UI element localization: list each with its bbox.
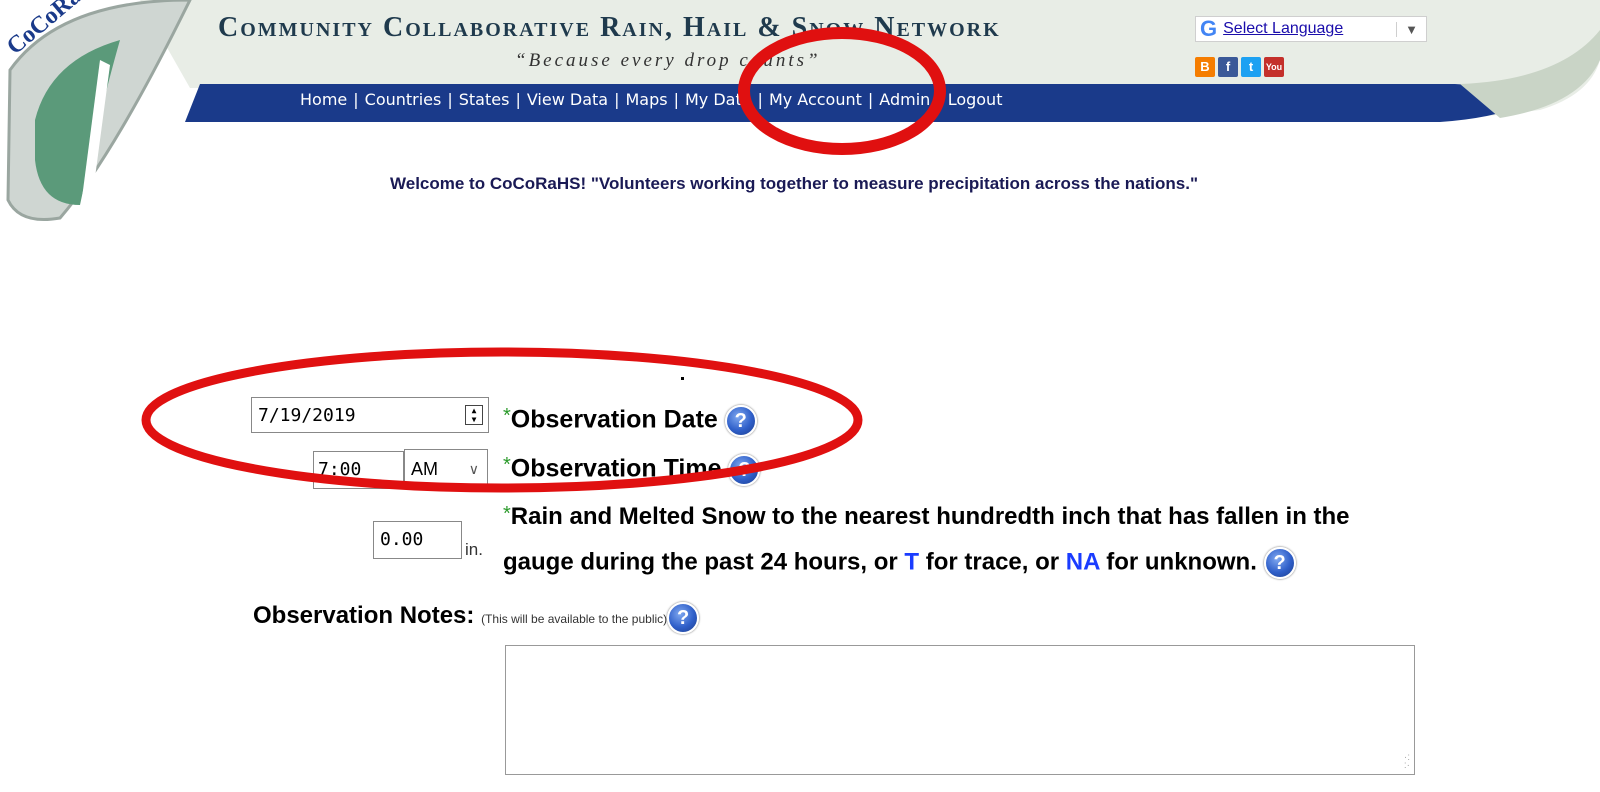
required-marker: * [503,503,511,525]
observation-time-label: *Observation Time ? [503,454,761,486]
help-icon[interactable]: ? [724,405,757,437]
nav-my-data[interactable]: My Data [685,90,752,109]
twitter-icon[interactable]: t [1241,57,1261,77]
help-icon[interactable]: ? [1263,547,1296,579]
help-icon[interactable]: ? [728,454,761,486]
nav-maps[interactable]: Maps [625,90,667,109]
observation-date-label: *Observation Date ? [503,405,757,437]
precip-unit: in. [465,540,483,559]
language-label[interactable]: Select Language [1223,20,1396,38]
required-marker: * [503,405,511,427]
facebook-icon[interactable]: f [1218,57,1238,77]
precip-label-line2: gauge during the past 24 hours, or T for… [503,547,1296,579]
precip-label-line1: *Rain and Melted Snow to the nearest hun… [503,503,1350,530]
observation-notes-label: Observation Notes: (This will be availab… [253,602,700,634]
youtube-icon[interactable]: You [1264,57,1284,77]
nav-states[interactable]: States [459,90,510,109]
required-marker: * [503,454,511,476]
ampm-value: AM [411,458,438,479]
observation-time-input[interactable]: 7:00 [313,451,404,489]
nav-logout[interactable]: Logout [948,90,1003,109]
date-spinner-icon[interactable]: ▲ ▼ [465,405,483,425]
blogger-icon[interactable]: B [1195,57,1215,77]
notes-hint: (This will be available to the public) [481,612,668,626]
chevron-down-icon: ∨ [468,460,479,477]
nav-view-data[interactable]: View Data [527,90,608,109]
site-title: Community Collaborative Rain, Hail & Sno… [218,12,1001,43]
precip-input[interactable]: 0.00 [373,521,462,559]
nav-home[interactable]: Home [300,90,347,109]
observation-date-value: 7/19/2019 [258,404,356,426]
observation-notes-textarea[interactable]: ·::· [505,645,1415,775]
ampm-select[interactable]: AM ∨ [404,449,488,489]
nav-admin[interactable]: Admin [879,90,930,109]
language-selector[interactable]: G Select Language ▼ [1195,16,1427,42]
main-nav: Home | Countries | States | View Data | Maps | My … [300,90,1003,109]
stray-dot [681,377,684,380]
welcome-message: Welcome to CoCoRaHS! "Volunteers working… [390,174,1199,193]
dropdown-arrow-icon[interactable]: ▼ [1396,21,1426,37]
observation-date-input[interactable]: 7/19/2019 ▲ ▼ [251,397,489,433]
social-links: B f t You [1195,57,1284,77]
nav-countries[interactable]: Countries [365,90,442,109]
help-icon[interactable]: ? [667,602,700,634]
tagline: “Because every drop counts” [515,50,821,71]
resize-grip-icon[interactable]: ·::· [1404,753,1410,771]
nav-my-account[interactable]: My Account [769,90,862,109]
google-icon: G [1200,16,1218,41]
